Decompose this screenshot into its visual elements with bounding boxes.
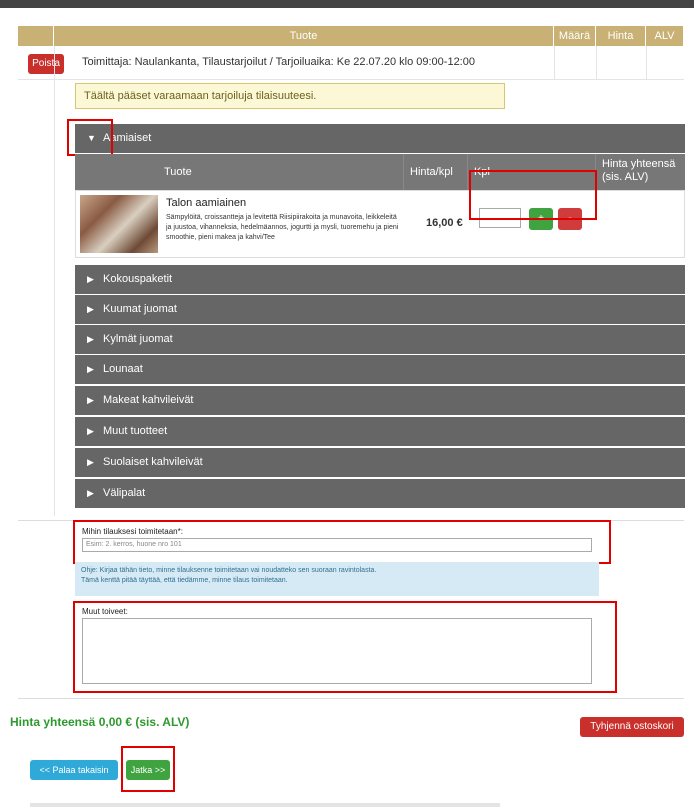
subheader-total: Hinta yhteensä (sis. ALV)	[595, 154, 685, 190]
caret-right-icon: ▶	[87, 457, 94, 467]
delete-button[interactable]: Poista	[28, 54, 64, 74]
supplier-info: Toimittaja: Naulankanta, Tilaustarjoilut…	[82, 56, 475, 68]
header-col-quantity: Määrä	[554, 26, 596, 46]
category-item[interactable]: ▶ Välipalat	[75, 479, 685, 508]
category-label: Kuumat juomat	[103, 303, 177, 315]
product-title: Talon aamiainen	[166, 197, 247, 209]
bottom-divider	[30, 803, 500, 807]
caret-right-icon: ▶	[87, 304, 94, 314]
category-label: Lounaat	[103, 363, 143, 375]
back-button[interactable]: << Palaa takaisin	[30, 760, 118, 780]
category-item[interactable]: ▶ Makeat kahvileivät	[75, 386, 685, 415]
highlight-box	[121, 746, 175, 792]
delivery-help: Ohje: Kirjaa tähän tieto, minne tilaukse…	[75, 562, 599, 596]
product-image	[80, 195, 158, 253]
caret-right-icon: ▶	[87, 426, 94, 436]
category-item[interactable]: ▶ Kuumat juomat	[75, 295, 685, 324]
info-notice: Täältä pääset varaamaan tarjoiluja tilai…	[75, 83, 505, 109]
subheader-image	[75, 154, 158, 190]
column-divider	[646, 46, 647, 80]
highlight-box	[73, 520, 611, 564]
clear-cart-button[interactable]: Tyhjennä ostoskori	[580, 717, 684, 737]
product-price: 16,00 €	[426, 217, 463, 229]
header-col-product: Tuote	[54, 26, 554, 46]
caret-right-icon: ▶	[87, 334, 94, 344]
highlight-box	[469, 170, 597, 220]
column-divider	[554, 46, 555, 80]
category-aamiaiset[interactable]: ▼ Aamiaiset	[75, 124, 685, 153]
top-bar	[0, 0, 694, 8]
subheader-product: Tuote	[158, 154, 403, 190]
highlight-box	[73, 601, 617, 693]
category-label: Muut tuotteet	[103, 425, 168, 437]
category-label: Suolaiset kahvileivät	[103, 456, 203, 468]
caret-right-icon: ▶	[87, 395, 94, 405]
column-divider	[596, 46, 597, 80]
category-label: Makeat kahvileivät	[103, 394, 194, 406]
header-col-price: Hinta	[596, 26, 646, 46]
supplier-row: Poista Toimittaja: Naulankanta, Tilausta…	[18, 46, 684, 80]
header-col-vat: ALV	[646, 26, 684, 46]
subheader-unit-price: Hinta/kpl	[403, 154, 467, 190]
category-item[interactable]: ▶ Lounaat	[75, 355, 685, 384]
category-item[interactable]: ▶ Muut tuotteet	[75, 417, 685, 446]
product-description: Sämpylöitä, croissantteja ja levitettä R…	[166, 214, 399, 241]
category-label: Kylmät juomat	[103, 333, 173, 345]
category-item[interactable]: ▶ Suolaiset kahvileivät	[75, 448, 685, 477]
category-label: Kokouspaketit	[103, 273, 173, 285]
header-spacer	[18, 26, 54, 46]
category-item[interactable]: ▶ Kokouspaketit	[75, 265, 685, 294]
help-line-2: Tämä kenttä pitää täyttää, että tiedämme…	[81, 577, 288, 584]
divider	[18, 698, 684, 699]
category-item[interactable]: ▶ Kylmät juomat	[75, 325, 685, 354]
caret-right-icon: ▶	[87, 364, 94, 374]
column-divider	[54, 46, 55, 516]
total-price: Hinta yhteensä 0,00 € (sis. ALV)	[10, 715, 190, 729]
category-label: Välipalat	[103, 487, 146, 499]
help-line-1: Ohje: Kirjaa tähän tieto, minne tilaukse…	[81, 567, 377, 574]
caret-right-icon: ▶	[87, 274, 94, 284]
highlight-box	[67, 119, 113, 156]
caret-right-icon: ▶	[87, 488, 94, 498]
